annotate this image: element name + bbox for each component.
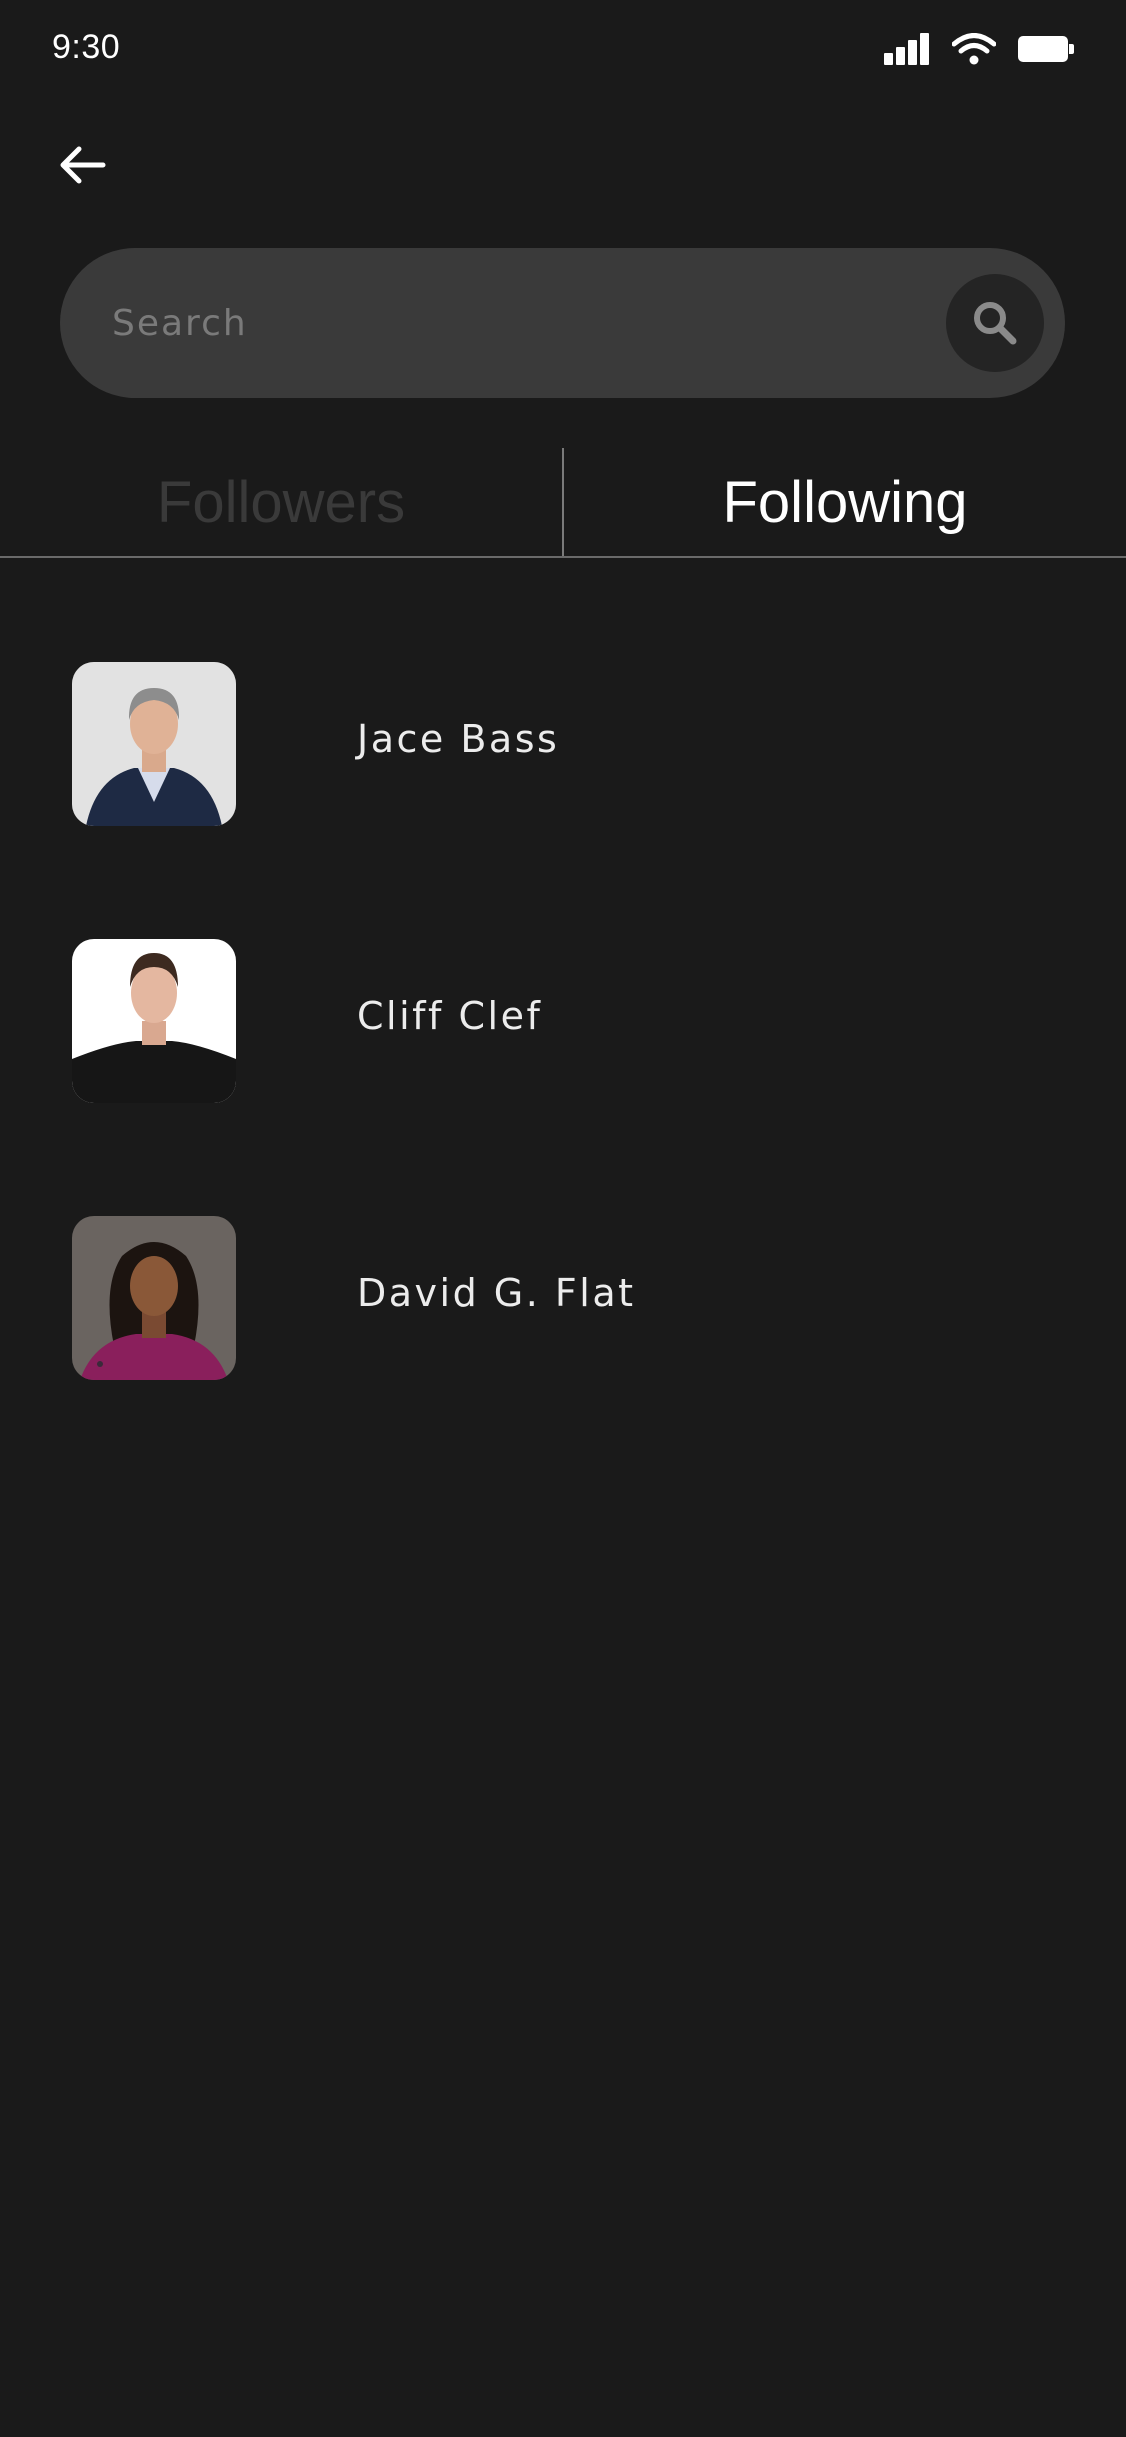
search-button[interactable]: [946, 274, 1044, 372]
search-icon: [974, 302, 1017, 345]
status-bar: 9:30: [0, 0, 1126, 100]
user-name: Cliff Clef: [357, 994, 543, 1038]
tab-following[interactable]: Following: [564, 448, 1126, 556]
wifi-icon: [952, 33, 996, 65]
avatar: [72, 939, 236, 1103]
search-input[interactable]: [112, 293, 932, 353]
arrow-left-icon: [60, 146, 106, 184]
tabs-divider-line: [0, 556, 1126, 558]
back-button[interactable]: [55, 140, 115, 190]
battery-icon: [1018, 36, 1074, 62]
status-icons: [884, 32, 1074, 66]
search-bar: [60, 248, 1065, 398]
user-name: David G. Flat: [357, 1271, 636, 1315]
list-item[interactable]: David G. Flat: [0, 1216, 1126, 1380]
signal-icon: [884, 33, 930, 65]
list-item[interactable]: Jace Bass: [0, 662, 1126, 826]
tab-followers[interactable]: Followers: [0, 448, 562, 556]
avatar: [72, 1216, 236, 1380]
status-time: 9:30: [52, 28, 121, 66]
user-name: Jace Bass: [357, 717, 560, 761]
avatar: [72, 662, 236, 826]
tab-bar: Followers Following: [0, 448, 1126, 558]
list-item[interactable]: Cliff Clef: [0, 939, 1126, 1103]
